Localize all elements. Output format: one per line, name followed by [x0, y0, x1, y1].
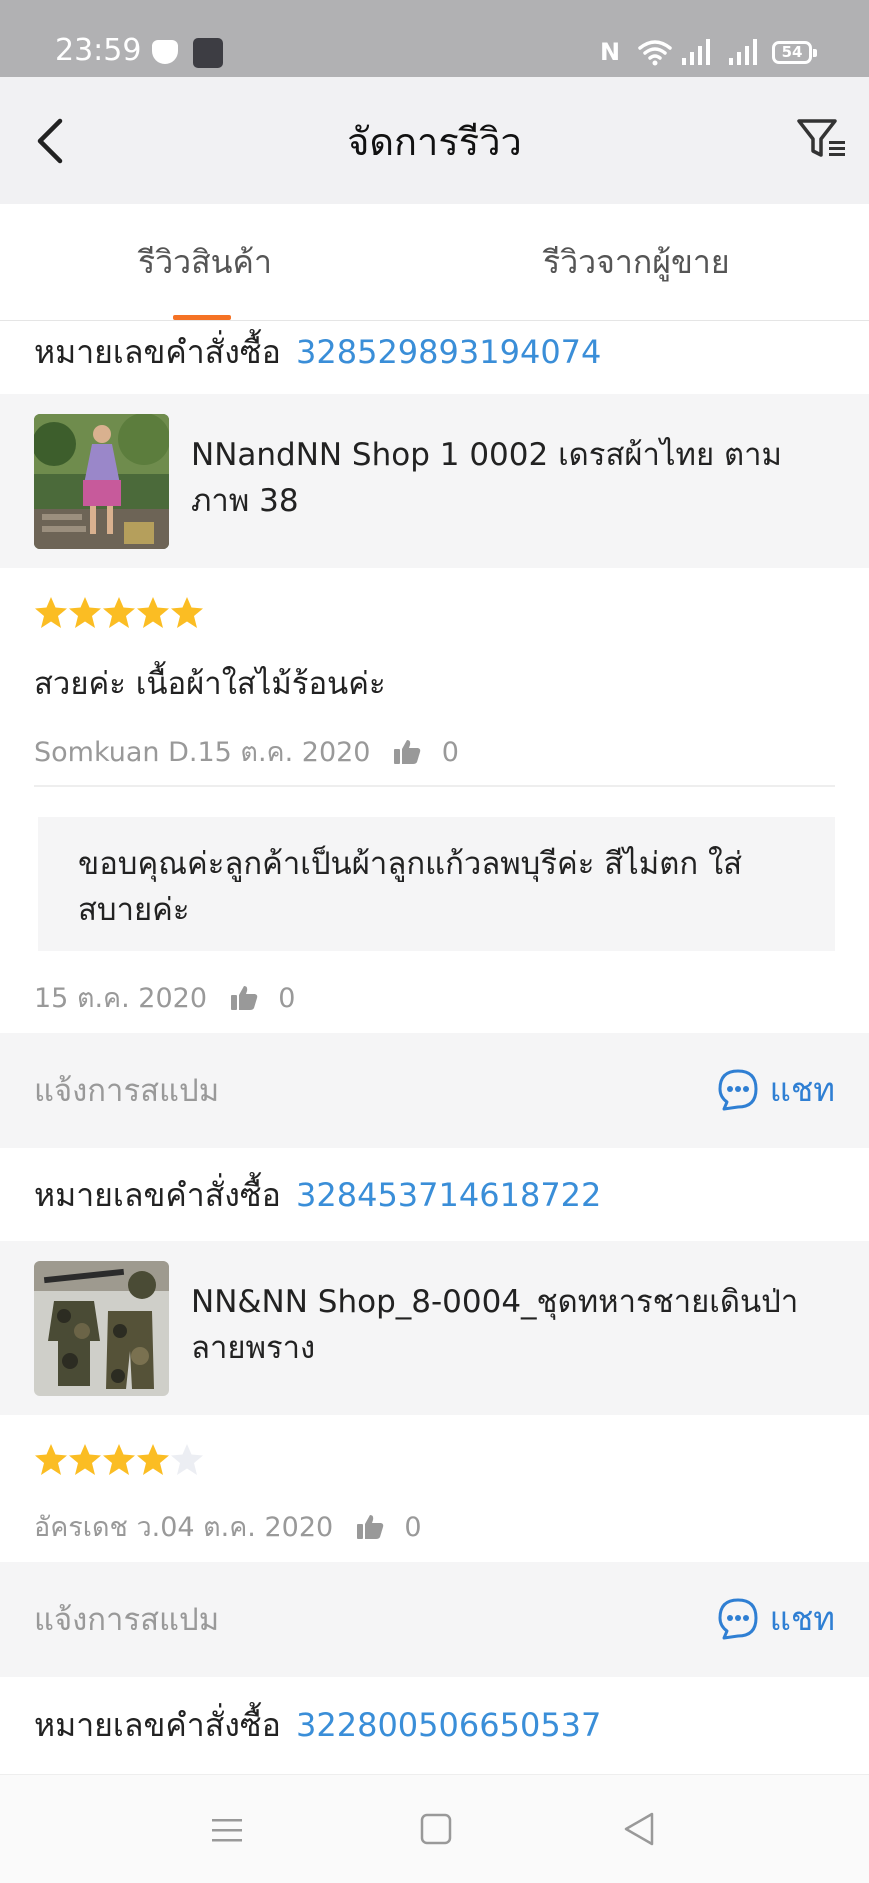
star-icon	[69, 1444, 101, 1475]
tab-seller-reviews[interactable]: รีวิวจากผู้ขาย	[543, 242, 730, 282]
system-back-button[interactable]	[622, 1811, 656, 1851]
status-time: 23:59	[55, 33, 142, 68]
order-number-label: หมายเลขคำสั่งซื้อ	[34, 1706, 281, 1744]
menu-icon	[212, 1819, 242, 1842]
page-title: จัดการรีวิว	[347, 120, 522, 164]
reviewer-date: Somkuan D.15 ต.ค. 2020	[34, 737, 371, 768]
order-number-label: หมายเลขคำสั่งซื้อ	[34, 1176, 281, 1214]
report-spam-button[interactable]: แจ้งการสแปม	[34, 1600, 219, 1640]
reply-meta: 15 ต.ค. 2020 0	[34, 982, 295, 1020]
like-count: 0	[278, 983, 296, 1014]
order-number-row: หมายเลขคำสั่งซื้อ 328529893194074	[0, 322, 869, 394]
thumbs-up-icon	[356, 1515, 384, 1539]
chat-label: แชท	[769, 1070, 835, 1109]
app-header: จัดการรีวิว	[0, 77, 869, 204]
filter-icon	[797, 119, 845, 157]
star-icon	[137, 597, 169, 628]
product-card[interactable]: NNandNN Shop 1 0002 เดรสผ้าไทย ตาม ภาพ 3…	[0, 394, 869, 568]
nfc-icon: N	[600, 38, 621, 66]
order-number-row: หมายเลขคำสั่งซื้อ 322800506650537	[0, 1677, 869, 1774]
status-bar: 23:59 N 54	[0, 0, 869, 77]
battery-icon: 54	[772, 41, 817, 64]
review-list: หมายเลขคำสั่งซื้อ 328529893194074 NNandN…	[0, 322, 869, 1774]
thumbs-up-icon	[230, 986, 257, 1010]
tab-product-reviews[interactable]: รีวิวสินค้า	[138, 242, 272, 282]
star-icon	[103, 597, 135, 628]
product-name: NNandNN Shop 1 0002 เดรสผ้าไทย ตาม ภาพ 3…	[191, 437, 782, 519]
signal-icon	[682, 39, 710, 65]
product-thumbnail	[34, 414, 169, 549]
reply-date: 15 ต.ค. 2020	[34, 983, 207, 1014]
triangle-back-icon	[624, 1812, 654, 1846]
star-icon	[171, 597, 203, 628]
star-icon	[103, 1444, 135, 1475]
review-actions: แจ้งการสแปม แชท	[0, 1562, 869, 1677]
seller-reply-text: ขอบคุณค่ะลูกค้าเป็นผ้าลูกแก้วลพบุรีค่ะ ส…	[78, 846, 743, 928]
review-actions: แจ้งการสแปม แชท	[0, 1033, 869, 1148]
chat-bubble-icon	[718, 1598, 758, 1640]
like-count: 0	[404, 1512, 422, 1543]
like-button[interactable]	[356, 1514, 384, 1549]
order-number-label: หมายเลขคำสั่งซื้อ	[34, 333, 281, 371]
system-nav-bar	[0, 1774, 869, 1883]
rating-stars	[35, 597, 203, 628]
chat-bubble-icon	[718, 1069, 758, 1111]
thumbs-up-icon	[394, 740, 421, 764]
report-spam-button[interactable]: แจ้งการสแปม	[34, 1071, 219, 1111]
chat-button[interactable]: แชท	[716, 1067, 835, 1113]
review-text: สวยค่ะ เนื้อผ้าใสไม้ร้อนค่ะ	[34, 666, 386, 702]
order-number-value[interactable]: 322800506650537	[296, 1705, 601, 1745]
like-button[interactable]	[230, 985, 258, 1020]
review-meta: Somkuan D.15 ต.ค. 2020 0	[34, 736, 459, 774]
like-button[interactable]	[393, 739, 421, 774]
order-number-value[interactable]: 328453714618722	[296, 1175, 601, 1215]
review-meta: อัครเดช ว.04 ต.ค. 2020 0	[34, 1511, 422, 1549]
signal-icon	[729, 39, 757, 65]
shield-notification-icon	[152, 40, 178, 64]
review-tabs: รีวิวสินค้า รีวิวจากผู้ขาย	[0, 204, 869, 321]
recent-apps-button[interactable]	[210, 1813, 244, 1851]
home-button[interactable]	[420, 1813, 452, 1849]
seller-reply: ขอบคุณค่ะลูกค้าเป็นผ้าลูกแก้วลพบุรีค่ะ ส…	[38, 817, 835, 951]
active-tab-indicator	[173, 315, 231, 320]
star-empty-icon	[171, 1444, 203, 1475]
star-icon	[69, 597, 101, 628]
product-thumbnail	[34, 1261, 169, 1396]
divider	[34, 785, 835, 787]
chat-label: แชท	[769, 1599, 835, 1638]
square-icon	[420, 1813, 452, 1845]
like-count: 0	[441, 737, 459, 768]
product-card[interactable]: NN&NN Shop_8-0004_ชุดทหารชายเดินป่า ลายพ…	[0, 1241, 869, 1415]
app-notification-icon	[193, 38, 223, 68]
chat-button[interactable]: แชท	[716, 1596, 835, 1642]
product-name: NN&NN Shop_8-0004_ชุดทหารชายเดินป่า ลายพ…	[191, 1284, 799, 1366]
wifi-icon	[638, 40, 672, 66]
star-icon	[137, 1444, 169, 1475]
reviewer-date: อัครเดช ว.04 ต.ค. 2020	[34, 1512, 334, 1543]
star-icon	[35, 597, 67, 628]
rating-stars	[35, 1444, 203, 1475]
order-number-value[interactable]: 328529893194074	[296, 332, 601, 372]
star-icon	[35, 1444, 67, 1475]
filter-button[interactable]	[795, 115, 851, 163]
app-root: 23:59 N 54 จัดการรีวิว รีวิวสินค้า รีวิว…	[0, 0, 869, 1883]
order-number-row: หมายเลขคำสั่งซื้อ 328453714618722	[0, 1148, 869, 1241]
